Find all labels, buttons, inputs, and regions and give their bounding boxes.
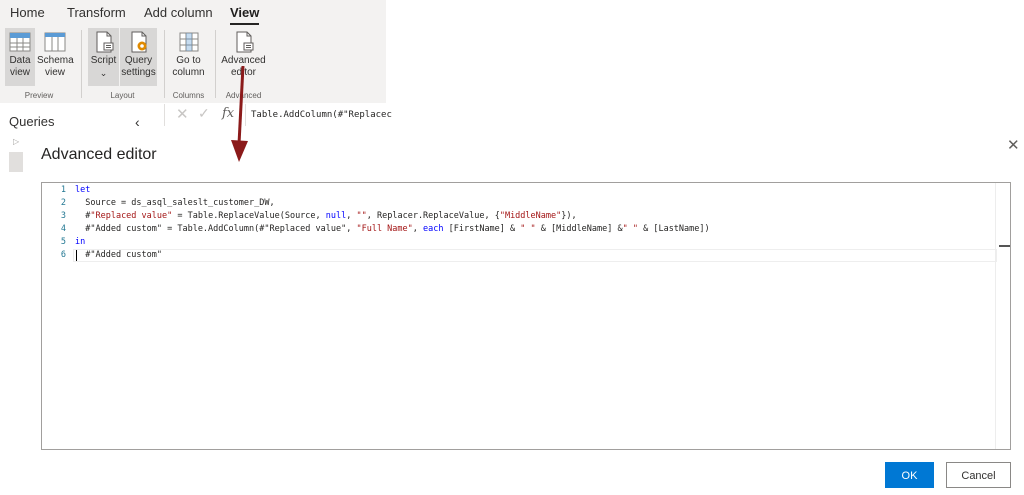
code-text: #"Added custom" — [75, 249, 162, 262]
scrollbar-position-marker — [999, 245, 1010, 247]
line-number: 2 — [60, 198, 66, 208]
code-token: " " — [622, 224, 638, 234]
group-label-columns: Columns — [172, 91, 205, 100]
line-number: 5 — [60, 237, 66, 247]
ribbon-separator — [164, 30, 165, 98]
code-token: let — [75, 185, 91, 195]
advanced-editor-label-1: Advanced — [221, 55, 266, 66]
settings-gear-icon — [131, 31, 146, 53]
code-token: # — [75, 211, 91, 221]
code-line: 4 #"Added custom" = Table.AddColumn(#"Re… — [42, 223, 997, 236]
code-token: & [MiddleName] & — [535, 224, 623, 234]
formula-bar: ✕ ✓ fx Table.AddColumn(#"Replacec — [164, 104, 392, 126]
line-number: 1 — [60, 185, 66, 195]
code-token: #"Added custom" — [75, 250, 162, 260]
group-label-preview: Preview — [24, 91, 54, 100]
code-token: #"Added custom" = Table.AddColumn(#"Repl… — [75, 224, 357, 234]
schema-view-label-2: view — [44, 67, 65, 78]
go-to-column-button[interactable]: Go to column — [170, 28, 207, 86]
dialog-title: Advanced editor — [41, 146, 157, 163]
tab-view[interactable]: View — [230, 5, 260, 25]
code-token: }), — [561, 211, 577, 221]
code-text: Source = ds_asql_saleslt_customer_DW, — [75, 197, 275, 210]
cancel-button[interactable]: Cancel — [946, 462, 1011, 488]
query-settings-label-1: Query — [124, 55, 153, 66]
code-line: 2 Source = ds_asql_saleslt_customer_DW, — [42, 197, 997, 210]
chevron-down-icon: ⌄ — [99, 68, 108, 78]
line-number: 6 — [60, 250, 66, 260]
data-view-button[interactable]: Data view — [5, 28, 35, 86]
go-to-column-label-2: column — [172, 67, 205, 78]
code-editor[interactable]: 1 let 2 Source = ds_asql_saleslt_customer_… — [41, 182, 1011, 450]
code-line: 6 #"Added custom" — [42, 249, 997, 262]
code-token: "MiddleName" — [499, 211, 562, 221]
schema-view-label-1: Schema — [37, 55, 74, 66]
editor-scrollbar[interactable] — [995, 183, 1010, 449]
code-token: "Full Name" — [356, 224, 413, 234]
code-text: let — [75, 184, 90, 197]
query-list-item[interactable] — [9, 152, 23, 172]
ok-button[interactable]: OK — [885, 462, 934, 488]
code-line: 1 let — [42, 184, 997, 197]
go-to-column-label-1: Go to — [176, 55, 201, 66]
annotation-arrow — [231, 66, 248, 162]
line-number: 3 — [60, 211, 66, 221]
code-token: = Table.ReplaceValue(Source, — [172, 211, 326, 221]
code-token: null — [325, 211, 347, 221]
code-token: , — [346, 211, 357, 221]
script-document-icon — [96, 31, 113, 53]
chevron-left-icon[interactable]: ‹ — [135, 114, 140, 130]
query-settings-button[interactable]: Query settings — [120, 28, 157, 86]
tab-add-column[interactable]: Add column — [144, 5, 213, 20]
code-text: #"Added custom" = Table.AddColumn(#"Repl… — [75, 223, 710, 236]
check-icon[interactable]: ✓ — [198, 105, 210, 122]
code-token: each — [423, 224, 444, 234]
close-icon[interactable]: ✕ — [1007, 136, 1020, 154]
script-button[interactable]: Script ⌄ — [88, 28, 119, 86]
table-icon — [9, 32, 31, 52]
tab-home[interactable]: Home — [10, 5, 45, 20]
data-view-label-2: view — [9, 67, 30, 78]
ribbon-separator — [81, 30, 82, 98]
code-text: in — [75, 236, 85, 249]
code-token: [FirstName] & — [443, 224, 521, 234]
schema-icon — [44, 32, 66, 52]
group-label-layout: Layout — [110, 91, 135, 100]
code-token: "Replaced value" — [90, 211, 173, 221]
code-line: 5 in — [42, 236, 997, 249]
script-label: Script — [90, 55, 117, 66]
expand-triangle-icon[interactable]: ▷ — [13, 137, 19, 146]
code-token: , — [412, 224, 424, 234]
formula-input[interactable]: Table.AddColumn(#"Replacec — [245, 104, 393, 126]
code-text: #"Replaced value" = Table.ReplaceValue(S… — [75, 210, 577, 223]
code-token: in — [75, 237, 86, 247]
ribbon-separator — [215, 30, 216, 98]
line-number: 4 — [60, 224, 66, 234]
advanced-editor-icon — [236, 31, 253, 53]
column-grid-icon — [179, 32, 198, 52]
code-token: " " — [520, 224, 536, 234]
schema-view-button[interactable]: Schema view — [37, 28, 74, 86]
code-token: "" — [356, 211, 367, 221]
code-line: 3 #"Replaced value" = Table.ReplaceValue… — [42, 210, 997, 223]
tab-transform[interactable]: Transform — [67, 5, 126, 20]
code-token: Source = ds_asql_saleslt_customer_DW, — [75, 198, 275, 208]
cancel-icon[interactable]: ✕ — [176, 105, 189, 123]
code-token: & [LastName]) — [637, 224, 710, 234]
queries-pane-title: Queries — [9, 114, 55, 129]
code-token: , Replacer.ReplaceValue, { — [366, 211, 500, 221]
query-settings-label-2: settings — [121, 67, 156, 78]
data-view-label-1: Data — [9, 55, 31, 66]
